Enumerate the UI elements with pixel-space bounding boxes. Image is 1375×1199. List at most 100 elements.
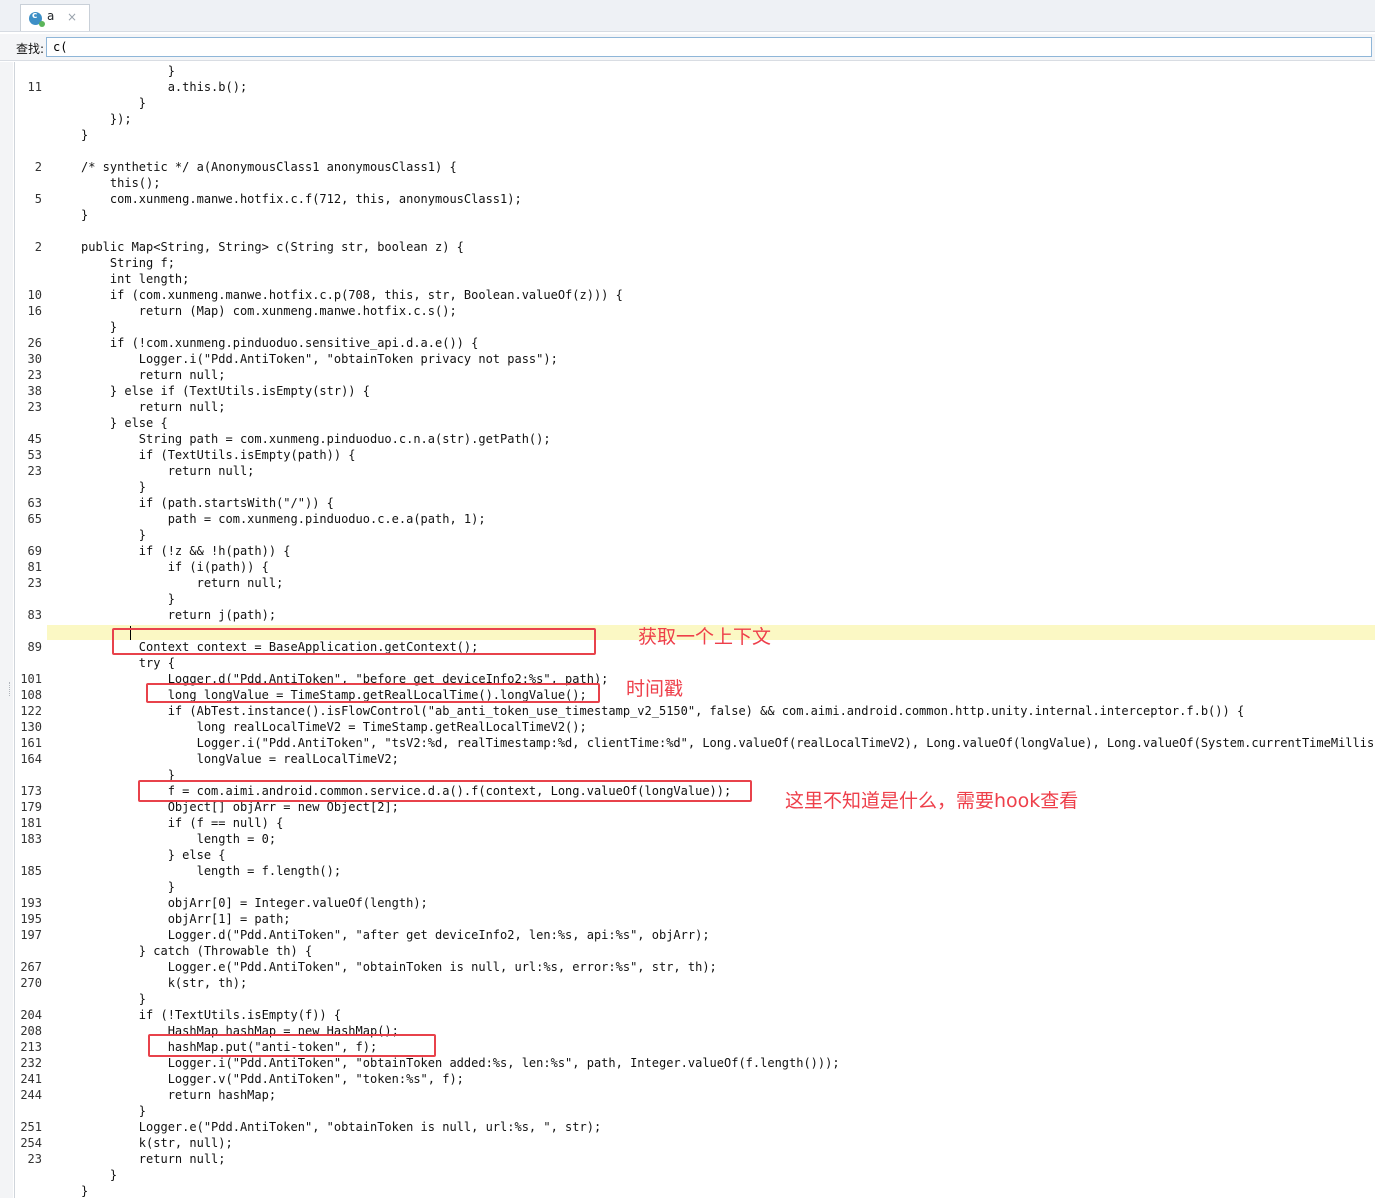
code-line: 45 String path = com.xunmeng.pinduoduo.c…: [15, 431, 1375, 447]
code-text: } catch (Throwable th) {: [81, 944, 313, 958]
line-number: 267: [20, 960, 42, 974]
code-line: 122 if (AbTest.instance().isFlowControl(…: [15, 703, 1375, 719]
code-line: 241 Logger.v("Pdd.AntiToken", "token:%s"…: [15, 1071, 1375, 1087]
find-input[interactable]: [46, 37, 1372, 57]
line-number: 183: [20, 832, 42, 846]
code-line: 26 if (!com.xunmeng.pinduoduo.sensitive_…: [15, 335, 1375, 351]
code-line: this();: [15, 175, 1375, 191]
code-text: if (i(path)) {: [81, 560, 269, 574]
code-text: String path = com.xunmeng.pinduoduo.c.n.…: [81, 432, 551, 446]
line-number: 164: [20, 752, 42, 766]
code-line: 23 return null;: [15, 367, 1375, 383]
code-text: }: [81, 1168, 118, 1182]
line-number: 2: [34, 240, 42, 254]
code-line: 30 Logger.i("Pdd.AntiToken", "obtainToke…: [15, 351, 1375, 367]
code-line: try {: [15, 655, 1375, 671]
line-number: 23: [27, 464, 42, 478]
code-line: String f;: [15, 255, 1375, 271]
code-text: }: [81, 208, 89, 222]
line-number: 122: [20, 704, 42, 718]
line-number: 213: [20, 1040, 42, 1054]
code-text: this();: [81, 176, 161, 190]
code-line: 164 longValue = realLocalTimeV2;: [15, 751, 1375, 767]
code-line: 65 path = com.xunmeng.pinduoduo.c.e.a(pa…: [15, 511, 1375, 527]
annotation-box-context: [112, 628, 596, 655]
code-text: return j(path);: [81, 608, 277, 622]
line-number: 108: [20, 688, 42, 702]
code-text: if (TextUtils.isEmpty(path)) {: [81, 448, 356, 462]
code-line: 244 return hashMap;: [15, 1087, 1375, 1103]
code-line: 2 public Map<String, String> c(String str…: [15, 239, 1375, 255]
code-text: Logger.e("Pdd.AntiToken", "obtainToken i…: [81, 960, 717, 974]
line-number: 254: [20, 1136, 42, 1150]
code-text: length = f.length();: [81, 864, 342, 878]
editor-tab-bar: c a ×: [0, 0, 1375, 32]
code-line: 53 if (TextUtils.isEmpty(path)) {: [15, 447, 1375, 463]
annotation-text-timestamp: 时间戳: [626, 678, 684, 700]
code-line: 23 return null;: [15, 463, 1375, 479]
code-line: 193 objArr[0] = Integer.valueOf(length);: [15, 895, 1375, 911]
code-text: }: [81, 1104, 147, 1118]
code-line: 232 Logger.i("Pdd.AntiToken", "obtainTok…: [15, 1055, 1375, 1071]
code-line: 183 length = 0;: [15, 831, 1375, 847]
code-line: 11 a.this.b();: [15, 79, 1375, 95]
code-text: objArr[1] = path;: [81, 912, 291, 926]
code-line: }: [15, 95, 1375, 111]
code-line: 195 objArr[1] = path;: [15, 911, 1375, 927]
tab-a[interactable]: c a ×: [20, 4, 90, 31]
line-number: 193: [20, 896, 42, 910]
line-number: 173: [20, 784, 42, 798]
line-number: 63: [27, 496, 42, 510]
code-text: public Map<String, String> c(String str,…: [81, 240, 464, 254]
line-number: 204: [20, 1008, 42, 1022]
line-number: 270: [20, 976, 42, 990]
code-line: } else {: [15, 847, 1375, 863]
code-text: } else if (TextUtils.isEmpty(str)) {: [81, 384, 370, 398]
close-icon[interactable]: ×: [67, 10, 77, 24]
code-text: }: [81, 96, 147, 110]
line-number: 23: [27, 400, 42, 414]
code-line: 130 long realLocalTimeV2 = TimeStamp.get…: [15, 719, 1375, 735]
code-line: }: [15, 1183, 1375, 1199]
code-line: 161 Logger.i("Pdd.AntiToken", "tsV2:%d, …: [15, 735, 1375, 751]
code-text: try {: [81, 656, 175, 670]
line-number: 89: [27, 640, 42, 654]
code-text: } else {: [81, 848, 226, 862]
splitter-handle[interactable]: [9, 682, 13, 696]
code-line: 251 Logger.e("Pdd.AntiToken", "obtainTok…: [15, 1119, 1375, 1135]
line-number: 23: [27, 576, 42, 590]
line-number: 11: [27, 80, 42, 94]
find-label: 查找:: [16, 42, 45, 56]
code-text: longValue = realLocalTimeV2;: [81, 752, 399, 766]
code-text: return null;: [81, 368, 226, 382]
code-text: Logger.e("Pdd.AntiToken", "obtainToken i…: [81, 1120, 602, 1134]
annotation-text-unknown: 这里不知道是什么，需要hook查看: [785, 790, 1079, 812]
code-text: });: [81, 112, 132, 126]
line-number: 251: [20, 1120, 42, 1134]
code-line: 185 length = f.length();: [15, 863, 1375, 879]
code-text: }: [81, 592, 175, 606]
line-number: 179: [20, 800, 42, 814]
code-text: }: [81, 64, 175, 78]
code-text: Logger.i("Pdd.AntiToken", "obtainToken p…: [81, 352, 558, 366]
line-number: 16: [27, 304, 42, 318]
code-text: objArr[0] = Integer.valueOf(length);: [81, 896, 428, 910]
code-text: if (!com.xunmeng.pinduoduo.sensitive_api…: [81, 336, 479, 350]
line-number: 195: [20, 912, 42, 926]
code-text: if (!z && !h(path)) {: [81, 544, 291, 558]
line-number: 101: [20, 672, 42, 686]
code-text: return hashMap;: [81, 1088, 277, 1102]
code-line: }: [15, 319, 1375, 335]
code-text: long realLocalTimeV2 = TimeStamp.getReal…: [81, 720, 587, 734]
code-line: 181 if (f == null) {: [15, 815, 1375, 831]
code-text: Logger.v("Pdd.AntiToken", "token:%s", f)…: [81, 1072, 464, 1086]
line-number: 2: [34, 160, 42, 174]
code-text: }: [81, 880, 175, 894]
code-text: if (path.startsWith("/")) {: [81, 496, 334, 510]
code-text: if (f == null) {: [81, 816, 284, 830]
code-text: }: [81, 992, 147, 1006]
code-line: } catch (Throwable th) {: [15, 943, 1375, 959]
code-line: } else {: [15, 415, 1375, 431]
code-text: return null;: [81, 464, 255, 478]
code-text: if (!TextUtils.isEmpty(f)) {: [81, 1008, 342, 1022]
